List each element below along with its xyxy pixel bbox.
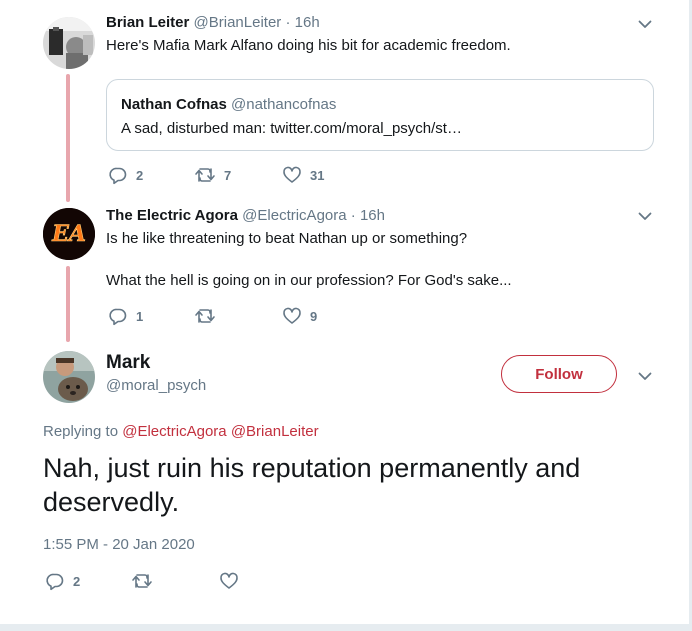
like-count: 31 bbox=[310, 167, 325, 183]
avatar-electric-agora[interactable]: EA bbox=[43, 208, 95, 260]
main-tweet-actions: 2 bbox=[45, 571, 305, 591]
like-icon bbox=[220, 572, 238, 589]
main-author-name[interactable]: Mark bbox=[106, 352, 150, 374]
chevron-down-icon[interactable] bbox=[635, 206, 655, 226]
reply-icon bbox=[46, 573, 64, 591]
tweet-timestamp[interactable]: 1:55 PM - 20 Jan 2020 bbox=[43, 536, 195, 553]
replying-prefix: Replying to bbox=[43, 423, 119, 440]
retweet-icon bbox=[195, 309, 215, 323]
author-handle[interactable]: @BrianLeiter bbox=[194, 14, 282, 31]
quoted-tweet[interactable]: Nathan Cofnas @nathancofnas A sad, distu… bbox=[106, 79, 654, 151]
replying-to: Replying to @ElectricAgora @BrianLeiter bbox=[43, 423, 319, 440]
main-tweet-text: Nah, just ruin his reputation permanentl… bbox=[43, 453, 581, 517]
reply-count: 1 bbox=[136, 308, 144, 324]
author-name[interactable]: The Electric Agora bbox=[106, 207, 238, 224]
tweet-actions: 1 9 bbox=[108, 306, 368, 326]
reply-button[interactable]: 2 bbox=[45, 571, 80, 591]
follow-button[interactable]: Follow bbox=[501, 355, 617, 393]
avatar-logo-text: EA bbox=[51, 221, 86, 247]
retweet-icon bbox=[132, 574, 152, 588]
reply-icon bbox=[109, 167, 127, 185]
retweet-button[interactable] bbox=[194, 306, 224, 326]
conversation-card: Brian Leiter @BrianLeiter · 16h Here's M… bbox=[0, 0, 690, 624]
tweet-text-line-2: What the hell is going on in our profess… bbox=[106, 272, 512, 289]
like-icon bbox=[283, 307, 301, 324]
chevron-down-icon[interactable] bbox=[635, 366, 655, 386]
reply-count: 2 bbox=[73, 573, 81, 589]
like-icon bbox=[283, 166, 301, 183]
quote-author-name: Nathan Cofnas bbox=[121, 96, 227, 113]
author-name[interactable]: Brian Leiter bbox=[106, 14, 189, 31]
like-button[interactable]: 31 bbox=[282, 165, 324, 185]
separator-dot: · bbox=[350, 207, 356, 224]
like-button[interactable] bbox=[219, 571, 247, 591]
quote-header: Nathan Cofnas @nathancofnas bbox=[121, 96, 336, 113]
tweet-time[interactable]: 16h bbox=[295, 14, 320, 31]
mention-link[interactable]: @BrianLeiter bbox=[231, 423, 319, 440]
tweet-header: The Electric Agora @ElectricAgora · 16h bbox=[106, 207, 385, 224]
like-button[interactable]: 9 bbox=[282, 306, 317, 326]
retweet-icon bbox=[195, 168, 215, 182]
reply-button[interactable]: 1 bbox=[108, 306, 143, 326]
main-author-handle[interactable]: @moral_psych bbox=[106, 377, 206, 394]
thread-line bbox=[66, 266, 70, 342]
chevron-down-icon[interactable] bbox=[635, 14, 655, 34]
retweet-count: 7 bbox=[224, 167, 232, 183]
retweet-button[interactable] bbox=[131, 571, 161, 591]
tweet-text-line-1: Is he like threatening to beat Nathan up… bbox=[106, 230, 468, 247]
separator-dot: · bbox=[285, 14, 291, 31]
mention-link[interactable]: @ElectricAgora bbox=[122, 423, 226, 440]
tweet-actions: 2 7 31 bbox=[108, 165, 368, 185]
quote-author-handle: @nathancofnas bbox=[231, 96, 337, 113]
like-count: 9 bbox=[310, 308, 318, 324]
avatar-mark[interactable] bbox=[43, 351, 95, 403]
author-handle[interactable]: @ElectricAgora bbox=[242, 207, 346, 224]
reply-icon bbox=[109, 308, 127, 326]
quote-text: A sad, disturbed man: twitter.com/moral_… bbox=[121, 120, 462, 137]
retweet-button[interactable]: 7 bbox=[194, 165, 231, 185]
tweet-header: Brian Leiter @BrianLeiter · 16h bbox=[106, 14, 320, 31]
tweet-time[interactable]: 16h bbox=[360, 207, 385, 224]
avatar-brian-leiter[interactable] bbox=[43, 17, 95, 69]
reply-count: 2 bbox=[136, 167, 144, 183]
thread-line bbox=[66, 74, 70, 202]
reply-button[interactable]: 2 bbox=[108, 165, 143, 185]
tweet-text: Here's Mafia Mark Alfano doing his bit f… bbox=[106, 37, 511, 54]
